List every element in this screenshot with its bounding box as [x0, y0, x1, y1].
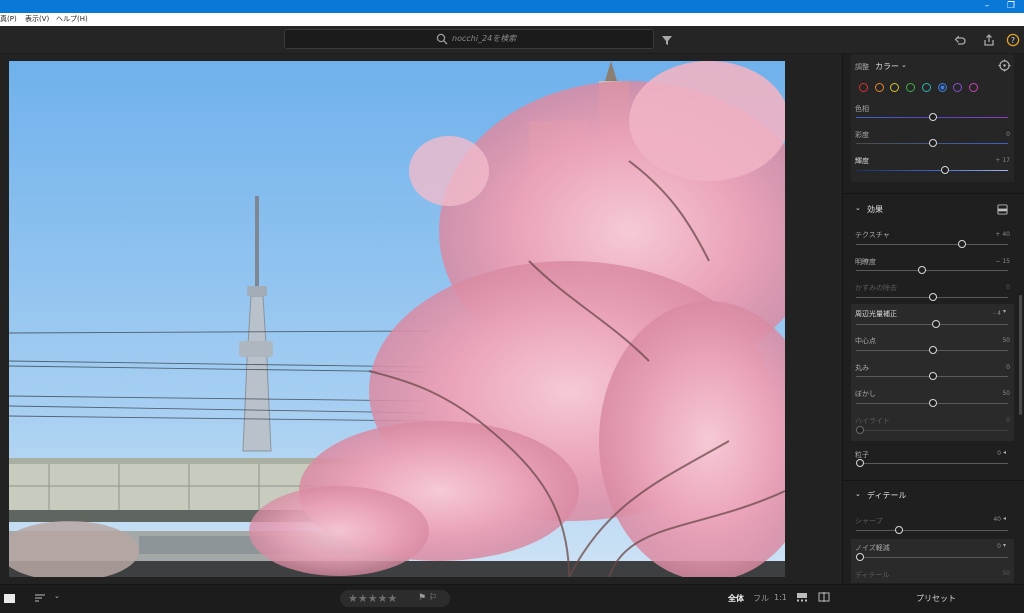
caret-down-icon[interactable]: ▾: [1003, 308, 1006, 315]
highlights-slider-track[interactable]: [856, 430, 1008, 431]
undo-icon[interactable]: [953, 33, 967, 47]
midpoint-value: 50: [1002, 337, 1010, 344]
feather-label: ぼかし: [855, 390, 876, 398]
roundness-label: 丸み: [855, 364, 869, 372]
target-adjust-icon[interactable]: [998, 59, 1011, 72]
menu-item-view[interactable]: 表示(V): [25, 13, 49, 26]
divider: [842, 193, 1024, 194]
color-mode-select[interactable]: カラー: [875, 61, 899, 72]
view-1to1-button[interactable]: 1:1: [774, 593, 787, 602]
color-swatch[interactable]: [921, 83, 931, 92]
menu-item-help[interactable]: ヘルプ(H): [56, 13, 88, 26]
panel-scrollbar[interactable]: [1019, 295, 1022, 415]
view-full-button[interactable]: フル: [753, 593, 769, 604]
share-icon[interactable]: [982, 33, 996, 47]
detail-label: ディテール: [855, 571, 890, 579]
grain-slider-knob[interactable]: [856, 459, 864, 467]
divider: [842, 480, 1024, 481]
star-rating[interactable]: ★★★★★: [348, 590, 397, 607]
search-placeholder: nocchi_24を検索: [452, 34, 517, 43]
sort-icon[interactable]: [34, 592, 46, 604]
title-bar: – ❐: [0, 0, 1024, 13]
roundness-slider-knob[interactable]: [929, 372, 937, 380]
grain-slider-track[interactable]: [856, 463, 1008, 464]
noise-slider-knob[interactable]: [856, 553, 864, 561]
caret-left-icon[interactable]: ◂: [1003, 515, 1006, 522]
texture-slider-knob[interactable]: [958, 240, 966, 248]
presets-button[interactable]: プリセット: [916, 593, 956, 604]
menu-item-photo[interactable]: 真(P): [0, 13, 17, 26]
filter-icon[interactable]: [660, 33, 674, 47]
noise-reduction-label: ノイズ軽減: [855, 544, 890, 552]
adjust-label: 調整: [855, 63, 869, 71]
dehaze-slider-knob[interactable]: [929, 293, 937, 301]
chevron-down-icon[interactable]: ⌄: [54, 592, 60, 600]
restore-window-icon[interactable]: ❐: [1004, 1, 1018, 11]
vignette-label: 周辺光量補正: [855, 310, 897, 318]
luminance-label: 輝度: [855, 157, 869, 165]
clarity-label: 明瞭度: [855, 258, 876, 266]
luminance-value: + 17: [995, 157, 1010, 164]
sharpen-slider-track[interactable]: [856, 530, 1008, 531]
color-swatch[interactable]: [859, 83, 868, 92]
rating-flag-bar: ★★★★★ ⚑ ⚐: [340, 590, 450, 607]
minimize-icon[interactable]: –: [980, 1, 994, 11]
help-icon[interactable]: ?: [1006, 33, 1020, 47]
chevron-down-icon[interactable]: ⌄: [901, 61, 907, 69]
clarity-value: − 15: [995, 258, 1010, 265]
color-swatch[interactable]: [968, 83, 978, 92]
feather-slider-knob[interactable]: [929, 399, 937, 407]
highlights-slider-knob[interactable]: [856, 426, 864, 434]
vignette-slider-knob[interactable]: [932, 320, 940, 328]
dehaze-value: 0: [1006, 284, 1010, 291]
hue-slider-knob[interactable]: [929, 113, 937, 121]
saturation-slider-knob[interactable]: [929, 139, 937, 147]
midpoint-label: 中心点: [855, 337, 876, 345]
saturation-value: 0: [1006, 131, 1010, 138]
sharpen-label: シャープ: [855, 517, 883, 525]
detail-section-title[interactable]: ディテール: [867, 490, 906, 501]
caret-down-icon[interactable]: ▾: [1003, 542, 1006, 549]
sharpen-value: 40: [993, 516, 1001, 523]
hue-label: 色相: [855, 105, 869, 113]
menu-bar: 真(P) 表示(V) ヘルプ(H): [0, 13, 1024, 26]
roundness-value: 0: [1006, 364, 1010, 371]
svg-text:?: ?: [1011, 36, 1015, 45]
grain-value: 0: [997, 450, 1001, 457]
highlights-value: 0: [1006, 417, 1010, 424]
photo-preview[interactable]: [9, 61, 785, 577]
feather-value: 50: [1002, 390, 1010, 397]
caret-left-icon[interactable]: ◂: [1003, 449, 1006, 456]
noise-slider-track[interactable]: [856, 557, 1008, 558]
texture-value: + 40: [995, 231, 1010, 238]
sharpen-slider-knob[interactable]: [895, 526, 903, 534]
clarity-slider-track[interactable]: [856, 270, 1008, 271]
flag-icons[interactable]: ⚑ ⚐: [418, 590, 437, 607]
view-all-button[interactable]: 全体: [728, 593, 744, 604]
panel-options-icon[interactable]: [997, 204, 1008, 215]
highlights-label: ハイライト: [855, 417, 890, 425]
single-view-icon[interactable]: [4, 594, 15, 603]
texture-label: テクスチャ: [855, 231, 890, 239]
noise-reduction-value: 0: [997, 543, 1001, 550]
chevron-down-icon[interactable]: ⌄: [855, 490, 861, 498]
search-icon: [436, 33, 448, 45]
compare-icon[interactable]: [818, 591, 830, 603]
detail-value: 50: [1002, 570, 1010, 577]
dehaze-label: かすみの除去: [855, 284, 897, 292]
texture-slider-track[interactable]: [856, 244, 1008, 245]
saturation-label: 彩度: [855, 131, 869, 139]
color-swatch[interactable]: [937, 83, 947, 92]
vignette-value: - 4: [993, 310, 1001, 317]
bottom-bar: [0, 584, 1024, 613]
midpoint-slider-knob[interactable]: [929, 346, 937, 354]
clarity-slider-knob[interactable]: [918, 266, 926, 274]
effects-section-title[interactable]: 効果: [867, 204, 883, 215]
luminance-slider-track[interactable]: [856, 170, 1008, 171]
luminance-slider-knob[interactable]: [941, 166, 949, 174]
filmstrip-icon[interactable]: [796, 591, 808, 603]
chevron-down-icon[interactable]: ⌄: [855, 204, 861, 212]
color-swatch[interactable]: [874, 83, 884, 92]
search-input[interactable]: nocchi_24を検索: [284, 29, 654, 49]
